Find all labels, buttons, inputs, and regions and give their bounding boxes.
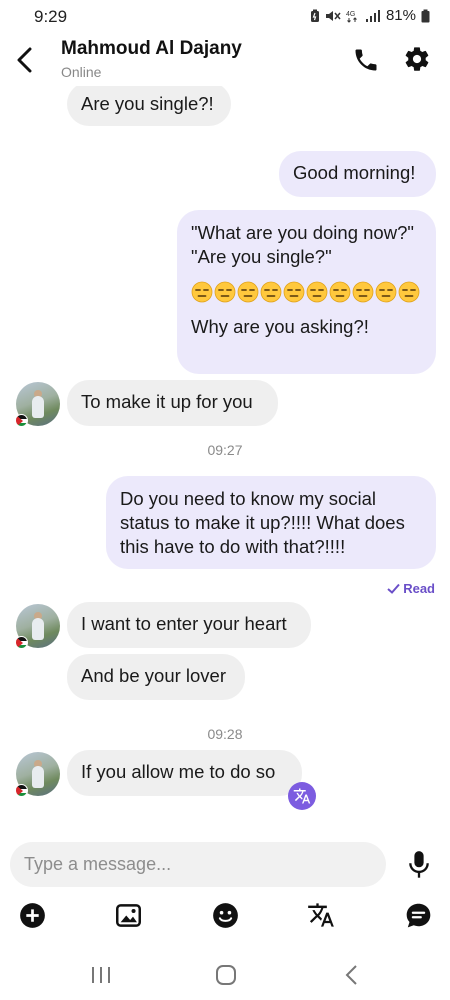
status-bar: 9:29 4G 81% xyxy=(0,0,450,34)
message-bubble-incoming[interactable]: If you allow me to do so xyxy=(67,750,302,796)
message-text-line: Do you need to know my social xyxy=(120,488,377,509)
expressionless-face-emoji xyxy=(260,281,282,303)
status-icons: 4G 81% xyxy=(310,7,430,24)
message-list[interactable]: Are you single?! Good morning! "What are… xyxy=(0,86,450,826)
back-arrow-icon xyxy=(17,47,32,73)
flag-badge xyxy=(15,414,28,427)
emoji-row xyxy=(191,279,422,305)
message-bubble-incoming[interactable]: I want to enter your heart xyxy=(67,602,311,648)
message-text: To make it up for you xyxy=(81,391,253,412)
home-button[interactable] xyxy=(211,960,241,990)
translate-icon xyxy=(293,788,311,804)
gallery-button[interactable] xyxy=(113,900,143,930)
call-button[interactable] xyxy=(352,46,380,74)
phone-icon xyxy=(355,49,377,71)
home-icon xyxy=(216,965,236,985)
message-spacer xyxy=(191,305,422,315)
translate-icon xyxy=(308,903,334,927)
message-text: And be your lover xyxy=(81,665,227,686)
message-bubble-incoming[interactable]: To make it up for you xyxy=(67,380,278,426)
expressionless-face-emoji xyxy=(398,281,420,303)
read-label: Read xyxy=(403,581,435,596)
checkmark-icon xyxy=(387,583,400,594)
message-input[interactable] xyxy=(10,842,386,887)
status-time: 9:29 xyxy=(34,7,68,26)
composer-toolbar xyxy=(0,898,450,934)
battery-percent: 81% xyxy=(385,7,416,24)
expressionless-face-emoji xyxy=(306,281,328,303)
message-text-line: status to make it up?!!!! What does xyxy=(120,512,405,533)
expressionless-face-emoji xyxy=(237,281,259,303)
system-navigation-bar xyxy=(0,950,450,1000)
message-text-line: "What are you doing now?" xyxy=(191,222,414,243)
settings-button[interactable] xyxy=(403,45,431,73)
microphone-icon xyxy=(409,851,429,878)
recents-button[interactable] xyxy=(86,960,116,990)
expressionless-face-emoji xyxy=(191,281,213,303)
message-text: I want to enter your heart xyxy=(81,613,287,634)
emoji-icon xyxy=(212,902,238,928)
translate-button[interactable] xyxy=(306,900,336,930)
battery-icon xyxy=(421,9,430,22)
message-bubble-outgoing[interactable]: Good morning! xyxy=(279,151,436,197)
gear-icon xyxy=(405,47,429,71)
mute-icon xyxy=(325,10,341,21)
flag-badge xyxy=(15,636,28,649)
back-chevron-icon xyxy=(345,965,357,985)
message-bubble-outgoing[interactable]: "What are you doing now?" "Are you singl… xyxy=(177,210,436,374)
message-text-line: Why are you asking?! xyxy=(191,316,369,337)
expressionless-face-emoji xyxy=(375,281,397,303)
expressionless-face-emoji xyxy=(352,281,374,303)
message-text: Are you single?! xyxy=(81,93,214,114)
contact-presence: Online xyxy=(61,64,102,80)
system-back-button[interactable] xyxy=(337,960,367,990)
emoji-button[interactable] xyxy=(210,900,240,930)
message-bubble-incoming[interactable]: Are you single?! xyxy=(67,86,231,126)
time-separator: 09:27 xyxy=(207,442,243,458)
message-spacer xyxy=(191,269,422,279)
chat-header: Mahmoud Al Dajany Online xyxy=(0,34,450,86)
expressionless-face-emoji xyxy=(214,281,236,303)
add-attachment-button[interactable] xyxy=(17,900,47,930)
message-text: If you allow me to do so xyxy=(81,761,276,782)
back-button[interactable] xyxy=(10,42,40,78)
voice-message-button[interactable] xyxy=(405,850,433,880)
message-bubble-outgoing[interactable]: Do you need to know my social status to … xyxy=(106,476,436,569)
message-text: Good morning! xyxy=(293,162,416,183)
expressionless-face-emoji xyxy=(329,281,351,303)
flag-badge xyxy=(15,784,28,797)
add-circle-icon xyxy=(19,902,45,928)
message-text-line: this have to do with that?!!!! xyxy=(120,536,346,557)
network-4g-icon: 4G xyxy=(346,11,357,23)
read-receipt: Read xyxy=(387,581,435,596)
svg-text:4G: 4G xyxy=(346,11,355,18)
chat-bubble-icon xyxy=(406,903,430,927)
quick-replies-button[interactable] xyxy=(403,900,433,930)
contact-name[interactable]: Mahmoud Al Dajany xyxy=(61,38,242,60)
image-icon xyxy=(115,903,141,927)
translate-message-button[interactable] xyxy=(288,782,316,810)
signal-icon xyxy=(365,9,380,22)
expressionless-face-emoji xyxy=(283,281,305,303)
time-separator: 09:28 xyxy=(207,726,243,742)
message-text-line: "Are you single?" xyxy=(191,246,332,267)
recents-icon xyxy=(92,967,110,983)
battery-saver-icon xyxy=(310,9,319,22)
message-bubble-incoming[interactable]: And be your lover xyxy=(67,654,245,700)
